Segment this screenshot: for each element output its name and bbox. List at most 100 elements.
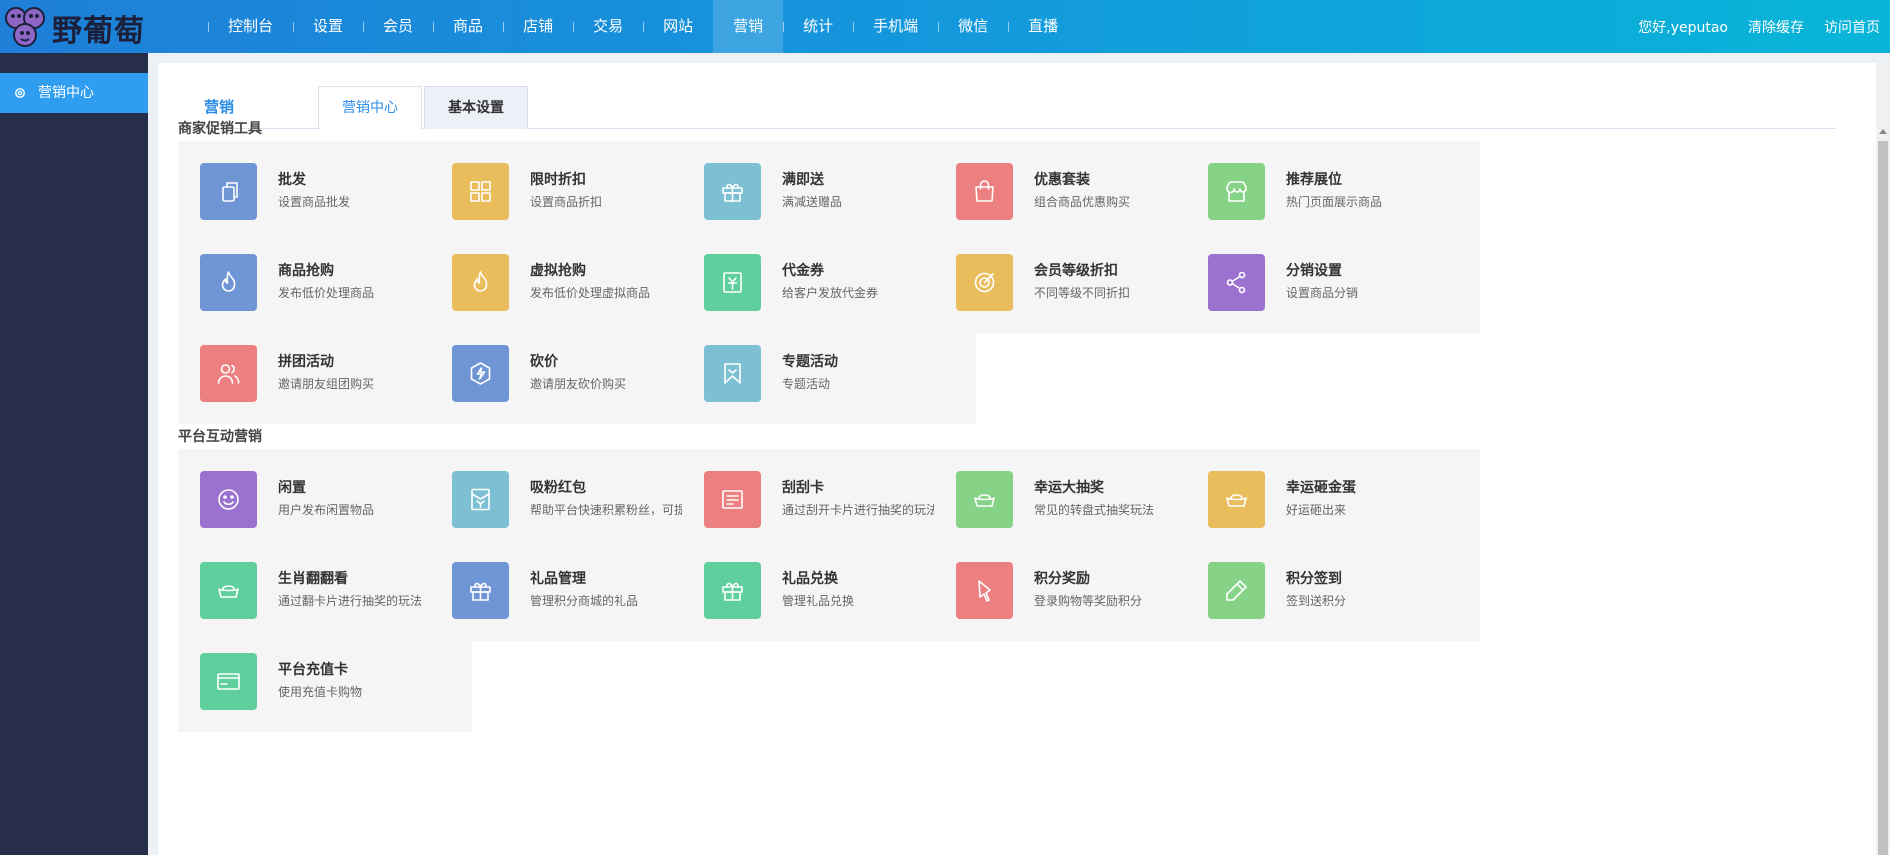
- tool-card-icon-box: [704, 471, 761, 528]
- tool-card-icon-box: [200, 163, 257, 220]
- tool-card[interactable]: 会员等级折扣 不同等级不同折扣: [934, 232, 1228, 333]
- tool-card[interactable]: 幸运砸金蛋 好运砸出来: [1186, 449, 1480, 550]
- tool-card-icon-box: [200, 653, 257, 710]
- tab-marketing-center[interactable]: 营销中心: [318, 86, 422, 130]
- bag-icon: [975, 180, 994, 202]
- tool-card[interactable]: 专题活动 专题活动: [682, 323, 976, 424]
- tool-card-desc: 好运砸出来: [1286, 503, 1347, 517]
- nav-item[interactable]: 直播: [1008, 0, 1078, 53]
- tool-card-desc: 管理积分商城的礼品: [530, 594, 639, 608]
- tool-card-icon-box: [200, 254, 257, 311]
- clear-cache-link[interactable]: 清除缓存: [1738, 17, 1814, 37]
- tool-card[interactable]: 满即送 满减送赠品: [682, 141, 976, 242]
- nav-separator: [503, 22, 505, 32]
- tool-card-icon-box: [956, 471, 1013, 528]
- tool-card[interactable]: 商品抢购 发布低价处理商品: [178, 232, 472, 333]
- tool-card-icon-box: [452, 345, 509, 402]
- tool-card-title: 限时折扣: [530, 172, 586, 188]
- visit-home-link[interactable]: 访问首页: [1814, 17, 1890, 37]
- tool-card[interactable]: 闲置 用户发布闲置物品: [178, 449, 472, 550]
- tool-card-desc: 满减送赠品: [782, 195, 843, 209]
- bookmark-icon: [724, 363, 741, 384]
- tool-card[interactable]: 虚拟抢购 发布低价处理虚拟商品: [430, 232, 724, 333]
- nav-separator: [643, 22, 645, 32]
- section-title: 商家促销工具: [178, 121, 262, 137]
- tool-card[interactable]: 限时折扣设置商品折扣: [430, 141, 724, 242]
- tool-card[interactable]: 礼品管理管理积分商城的礼品: [430, 540, 724, 641]
- tool-card[interactable]: 礼品兑换 管理礼品兑换: [682, 540, 976, 641]
- nav-item[interactable]: 网站: [643, 0, 713, 53]
- nav-item-label: 营销: [733, 17, 764, 35]
- tool-card[interactable]: 积分奖励登录购物等奖励积分: [934, 540, 1228, 641]
- nav-item[interactable]: 手机端: [853, 0, 938, 53]
- nav-separator: [433, 22, 435, 32]
- voucher-icon: [723, 272, 742, 293]
- tool-card-desc: 邀请朋友砍价购买: [530, 377, 627, 391]
- nav-item-label: 交易: [593, 17, 624, 35]
- gear-icon: [15, 88, 25, 98]
- tool-card[interactable]: 拼团活动 邀请朋友组团购买: [178, 323, 472, 424]
- nav-item[interactable]: 微信: [938, 0, 1008, 53]
- gift-icon: [722, 183, 743, 202]
- share-icon: [1226, 271, 1246, 294]
- tool-card-title: 分销设置: [1286, 263, 1342, 279]
- tool-card-desc: 设置商品折扣: [530, 195, 603, 209]
- nav-item[interactable]: 会员: [363, 0, 433, 53]
- tool-card[interactable]: 代金券 给客户发放代金券: [682, 232, 976, 333]
- tool-card-title: 积分奖励: [1034, 571, 1090, 587]
- scrollbar[interactable]: [1876, 63, 1890, 855]
- nav-item[interactable]: 统计: [783, 0, 853, 53]
- tool-card-desc: 发布低价处理商品: [278, 286, 375, 300]
- tool-card-desc: 常见的转盘式抽奖玩法: [1034, 503, 1155, 517]
- logo[interactable]: 野葡萄: [0, 0, 160, 53]
- nav-item-label: 会员: [383, 17, 414, 35]
- nav-item[interactable]: 交易: [573, 0, 643, 53]
- tool-card-title: 礼品管理: [530, 571, 586, 587]
- sidebar-item-marketing-center[interactable]: 营销中心: [0, 73, 148, 113]
- nav-item-label: 设置: [313, 17, 344, 35]
- tool-card[interactable]: 吸粉红包 帮助平台快速积累粉丝，可提现: [430, 449, 724, 550]
- target-icon: [974, 272, 995, 293]
- shop-icon: [1226, 181, 1247, 202]
- tool-card[interactable]: 批发 设置商品批发: [178, 141, 472, 242]
- tool-card[interactable]: 优惠套装 组合商品优惠购买: [934, 141, 1228, 242]
- nav-item[interactable]: 营销: [713, 0, 784, 53]
- nav-item-label: 直播: [1028, 17, 1059, 35]
- smile-icon: [218, 489, 239, 510]
- tool-card-desc: 设置商品批发: [278, 195, 351, 209]
- main-panel: 营销 营销中心 基本设置 商家促销工具 批发 设置商品批发 限时折扣 设置商品折扣 满即送…: [158, 63, 1876, 855]
- tool-card-desc: 给客户发放代金券: [782, 286, 879, 300]
- greeting[interactable]: 您好,yeputao: [1628, 17, 1738, 37]
- card-icon: [722, 490, 743, 509]
- tool-card[interactable]: 砍价 邀请朋友砍价购买: [430, 323, 724, 424]
- tool-card[interactable]: 刮刮卡 通过刮开卡片进行抽奖的玩法: [682, 449, 976, 550]
- tool-card[interactable]: 推荐展位 热门页面展示商品: [1186, 141, 1480, 242]
- tool-card-desc: 登录购物等奖励积分: [1034, 594, 1143, 608]
- nav-item-label: 商品: [453, 17, 484, 35]
- scroll-up-arrow[interactable]: [1879, 129, 1887, 134]
- nav-item[interactable]: 店铺: [503, 0, 573, 53]
- tab-basic-settings[interactable]: 基本设置: [424, 86, 528, 129]
- tool-card-title: 吸粉红包: [530, 480, 586, 496]
- bolt-icon: [470, 362, 491, 385]
- scrollbar-thumb[interactable]: [1878, 141, 1888, 855]
- tool-card-icon-box: [704, 254, 761, 311]
- nav-item[interactable]: 控制台: [208, 0, 293, 53]
- nav-item[interactable]: 商品: [433, 0, 503, 53]
- tool-card[interactable]: 生肖翻翻看 通过翻卡片进行抽奖的玩法: [178, 540, 472, 641]
- nav-item[interactable]: 设置: [293, 0, 363, 53]
- grid-icon: [470, 181, 491, 202]
- sidebar-item-label: 营销中心: [38, 85, 94, 101]
- tool-card-desc: 签到送积分: [1286, 594, 1347, 608]
- ingot-icon: [974, 494, 995, 507]
- nav-separator: [573, 22, 575, 32]
- copy-icon: [222, 182, 238, 202]
- tool-card[interactable]: 积分签到 签到送积分: [1186, 540, 1480, 641]
- tool-card[interactable]: 分销设置 设置商品分销: [1186, 232, 1480, 333]
- tool-card-icon-box: [1208, 471, 1265, 528]
- users-icon: [217, 364, 240, 384]
- tool-card[interactable]: 平台充值卡 使用充值卡购物: [178, 631, 472, 732]
- tool-card-icon-box: [956, 254, 1013, 311]
- tool-card[interactable]: 幸运大抽奖 常见的转盘式抽奖玩法: [934, 449, 1228, 550]
- tool-card-icon-box: [200, 345, 257, 402]
